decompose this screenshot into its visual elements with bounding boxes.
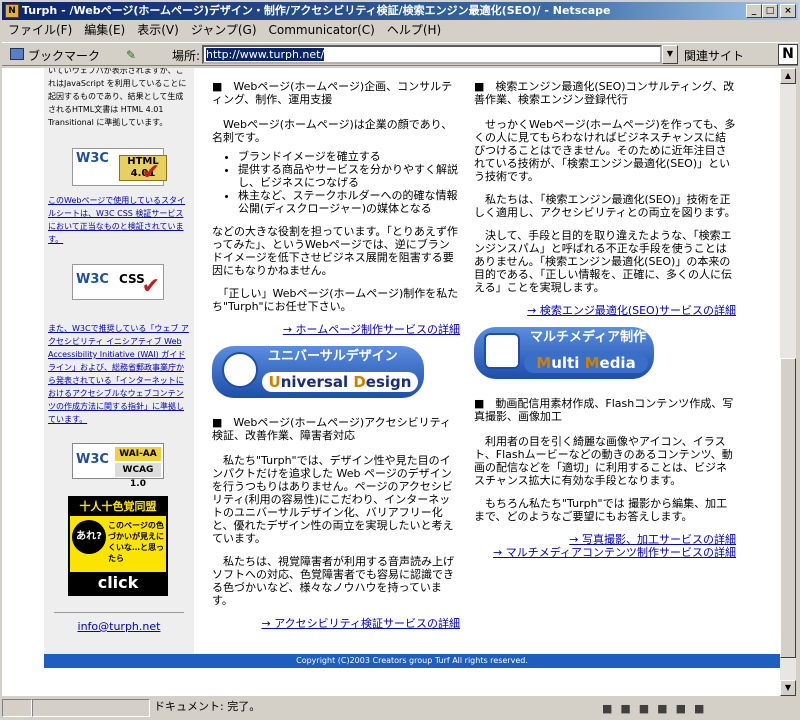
progress-cell (32, 699, 150, 717)
main-column-right: ■ 検索エンジン最適化(SEO)コンサルティング、改善作業、検索エンジン登録代行… (474, 80, 736, 569)
validation-intro-text: いていウェブパが表示されますが、これはJavaScript を利用していることに… (48, 68, 187, 127)
universal-design-jp: ユニバーサルデザイン (268, 349, 398, 364)
universal-design-en: Universal Design (262, 372, 418, 392)
accessibility-service-link[interactable]: → アクセシビリティ検証サービスの詳細 (212, 617, 460, 630)
list-item: ブランドイメージを確立する (238, 150, 460, 163)
checkmark-icon: ✔ (141, 274, 160, 299)
title-bar: N Turph - /Webページ(ホームページ)デザイン・制作/アクセシビリテ… (2, 2, 798, 20)
universal-design-banner[interactable]: ユニバーサルデザイン Universal Design (212, 346, 424, 398)
status-bar: ドキュメント: 完了。 ■■■■■■ (2, 698, 798, 718)
maximize-button[interactable]: □ (762, 4, 778, 18)
menu-bar: ファイル(F) 編集(E) 表示(V) ジャンプ(G) Communicator(C) ヘ… (2, 21, 798, 40)
menu-view[interactable]: 表示(V) (131, 21, 185, 40)
list-item: 提供する商品やサービスを分かりやすく解説し、ビジネスにつなげる (238, 163, 460, 189)
wcag-label: WCAG 1.0 (115, 463, 161, 489)
multimedia-service-link[interactable]: → マルチメディアコンテンツ制作サービスの詳細 (474, 546, 736, 559)
seo-service-link[interactable]: → 検索エンジ最適化(SEO)サービスの詳細 (474, 304, 736, 317)
vertical-scrollbar[interactable]: ▲ ▼ (780, 68, 796, 696)
w3c-html-badge[interactable]: W3C HTML 4.01 ✔ (72, 148, 167, 186)
wai-aa-label: WAI-AA (115, 447, 161, 461)
w3c-logo-icon: W3C (76, 452, 109, 467)
multimedia-body-2: もちろん私たち"Turph"では 撮影から編集、加工まで、どのようなご要望にもお… (474, 497, 728, 523)
page-viewport: いていウェブパが表示されますが、これはJavaScript を利用していることに… (2, 68, 780, 696)
netscape-app-icon: N (5, 4, 19, 18)
menu-go[interactable]: ジャンプ(G) (185, 21, 263, 40)
scroll-down-button[interactable]: ▼ (780, 680, 796, 696)
web-production-body: などの大きな役割を担っています。「とりあえず作ってみた」、というWebページでは… (212, 225, 458, 277)
homepage-service-link[interactable]: → ホームページ制作サービスの詳細 (212, 323, 460, 336)
web-production-intro: Webページ(ホームページ)は企業の顔であり、名刺です。 (212, 118, 453, 144)
accessibility-body: 私たち"Turph"では、デザイン性や見た目のインパクトだけを追求した Web … (212, 454, 454, 545)
browser-window: N Turph - /Webページ(ホームページ)デザイン・制作/アクセシビリテ… (0, 0, 800, 720)
cud-message: このページの色づかいが見えにくいな…と思ったら (108, 521, 164, 563)
globe-icon (222, 352, 258, 388)
scroll-thumb[interactable] (780, 358, 796, 658)
seo-body-2: 決して、手段と目的を取り違えたような、「検索エンジンスパム」と呼ばれる不正な手段… (474, 229, 733, 294)
web-production-closing: 「正しい」Webページ(ホームページ)制作を私たち"Turph"にお任せ下さい。 (212, 287, 459, 313)
window-title: Turph - /Webページ(ホームページ)デザイン・制作/アクセシビリティ検… (22, 4, 611, 17)
divider (54, 612, 184, 613)
seo-intro: せっかくWebページ(ホームページ)を作っても、多くの人に見てもらわなければビジ… (474, 118, 736, 183)
minimize-button[interactable]: _ (746, 4, 762, 18)
menu-help[interactable]: ヘルプ(H) (381, 21, 447, 40)
cud-title: 十人十色覚同盟 (70, 498, 166, 516)
list-item: 株主など、ステークホルダーへの的確な情報公開(ディスクロージャー)の媒体となる (238, 189, 460, 215)
accessibility-heading: ■ Webページ(ホームページ)アクセシビリティ検証、改善作業、障害者対応 (212, 416, 451, 442)
security-lock-icon[interactable] (2, 699, 32, 717)
component-bar-icons[interactable]: ■■■■■■ (602, 700, 792, 716)
role-list: ブランドイメージを確立する 提供する商品やサービスを分かりやすく解説し、ビジネス… (238, 150, 460, 215)
location-toolbar: ブックマーク ✎ 場所: http://www.turph.net/ ▼ 関連サ… (2, 42, 798, 66)
w3c-logo-icon: W3C (76, 272, 109, 287)
menu-communicator[interactable]: Communicator(C) (263, 21, 381, 40)
email-link[interactable]: info@turph.net (44, 620, 194, 633)
bookmark-icon (10, 48, 24, 60)
location-label: 場所: (172, 49, 201, 63)
video-camera-icon (484, 333, 520, 369)
w3c-logo-icon: W3C (76, 151, 109, 166)
seo-heading: ■ 検索エンジン最適化(SEO)コンサルティング、改善作業、検索エンジン登録代行 (474, 80, 735, 106)
close-button[interactable]: × (780, 4, 796, 18)
multimedia-body: 利用者の目を引く綺麗な画像やアイコン、イラスト、Flashムービーなどの動きのあ… (474, 435, 733, 487)
page-proxy-icon[interactable]: ✎ (126, 48, 140, 62)
web-production-heading: ■ Webページ(ホームページ)企画、コンサルティング、制作、運用支援 (212, 80, 453, 106)
netscape-logo-icon[interactable]: N (778, 44, 798, 65)
status-text: ドキュメント: 完了。 (154, 700, 261, 713)
seo-body: 私たちは、「検索エンジン最適化(SEO)」技術を正しく適用し、アクセシビリティと… (474, 193, 736, 219)
color-universal-design-banner[interactable]: 十人十色覚同盟 あれ? このページの色づかいが見えにくいな…と思ったら clic… (68, 496, 168, 596)
url-input[interactable]: http://www.turph.net/ (202, 45, 662, 64)
wai-guideline-note[interactable]: また、W3Cで推奨している「ウェブ アクセシビリティ イニシアティブ Web A… (48, 322, 190, 426)
w3c-css-badge[interactable]: W3C CSS ✔ (72, 264, 164, 300)
photo-service-link[interactable]: → 写真撮影、加工サービスの詳細 (474, 533, 736, 546)
scroll-up-button[interactable]: ▲ (780, 68, 796, 84)
menu-edit[interactable]: 編集(E) (78, 21, 131, 40)
cud-circle-label: あれ? (72, 520, 106, 554)
multimedia-banner[interactable]: マルチメディア制作 Multi Media (474, 327, 654, 379)
multimedia-en: Multi Media (524, 353, 648, 373)
wai-aa-badge[interactable]: W3C WAI-AA WCAG 1.0 (72, 443, 164, 489)
left-sidebar: いていウェブパが表示されますが、これはJavaScript を利用していることに… (44, 68, 194, 658)
main-column-left: ■ Webページ(ホームページ)企画、コンサルティング、制作、運用支援 Webペ… (212, 80, 460, 640)
url-text: http://www.turph.net/ (206, 48, 325, 61)
multimedia-jp: マルチメディア制作 (530, 330, 647, 345)
css-validation-note[interactable]: このWebページで使用しているスタイルシートは、W3C CSS 検証サービスにお… (48, 194, 190, 246)
multimedia-heading: ■ 動画配信用素材作成、Flashコンテンツ作成、写真撮影、画像加工 (474, 397, 734, 423)
checkmark-icon: ✔ (141, 160, 160, 185)
related-sites-button[interactable]: 関連サイト (684, 47, 744, 64)
accessibility-body-2: 私たちは、視覚障害者が利用する音声読み上げソフトへの対応、色覚障害者でも容易に認… (212, 555, 454, 607)
page-footer: Copyright (C)2003 Creators group Turf Al… (44, 654, 780, 668)
menu-file[interactable]: ファイル(F) (2, 21, 78, 40)
url-dropdown-button[interactable]: ▼ (662, 45, 678, 64)
cud-click-label: click (70, 572, 166, 594)
bookmarks-button[interactable]: ブックマーク (28, 47, 100, 64)
